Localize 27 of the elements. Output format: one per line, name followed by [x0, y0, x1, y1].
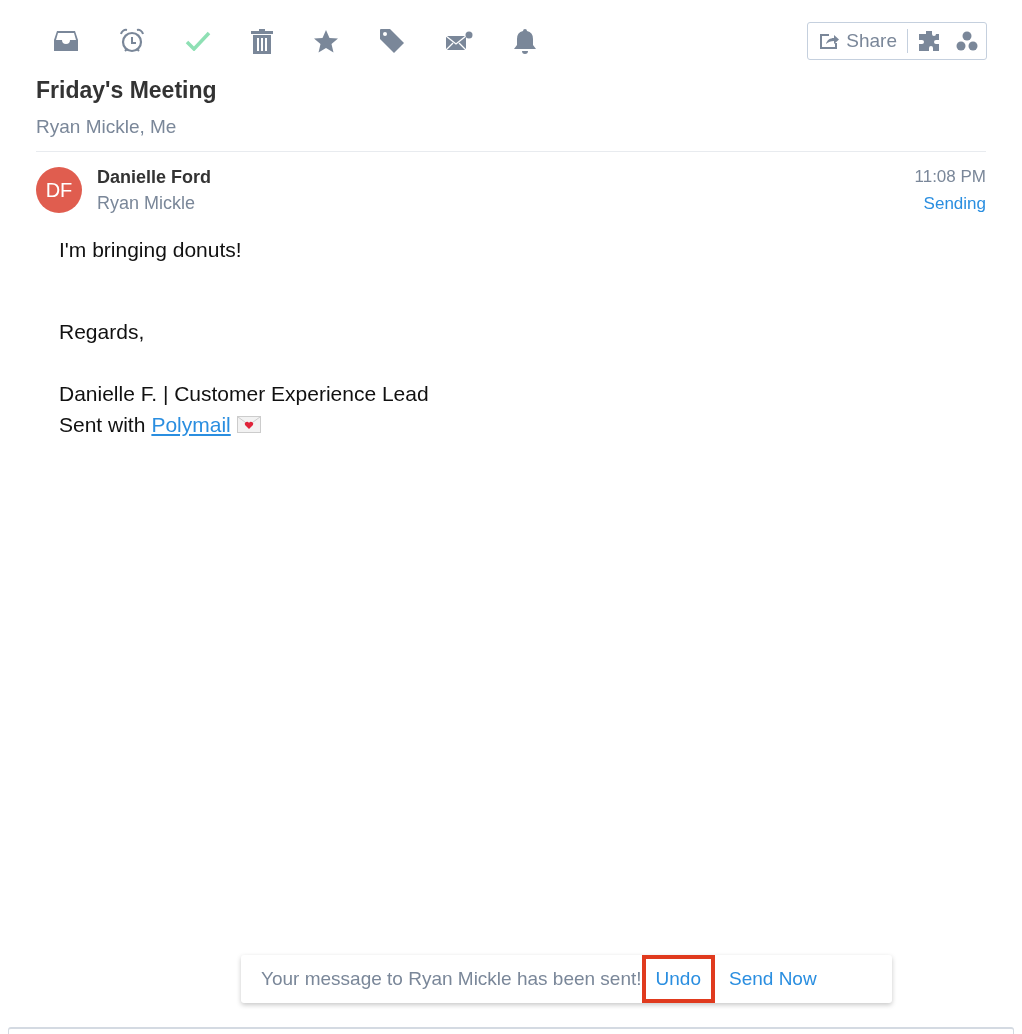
sender-name: Danielle Ford [97, 167, 213, 188]
alarm-clock-icon[interactable] [119, 28, 145, 54]
recipient-name: Ryan Mickle [97, 193, 197, 214]
star-icon[interactable] [313, 28, 339, 54]
undo-button[interactable]: Undo [641, 955, 715, 1003]
dots-icon[interactable] [956, 31, 978, 51]
trash-icon[interactable] [251, 28, 273, 54]
participants: Ryan Mickle, Me [36, 116, 986, 152]
body-text: I'm bringing donuts! [59, 237, 243, 263]
envelope-icon[interactable] [445, 31, 473, 51]
send-now-button[interactable]: Send Now [715, 955, 831, 1003]
thread-title: Friday's Meeting [36, 77, 218, 104]
body-text: Regards, [59, 319, 146, 345]
toast-message: Your message to Ryan Mickle has been sent! [261, 968, 642, 990]
bell-icon[interactable] [513, 28, 537, 54]
body-text: Danielle F. | Customer Experience Lead [59, 381, 430, 407]
puzzle-icon[interactable] [918, 30, 940, 52]
message-time: 11:08 PM [914, 167, 986, 187]
avatar: DF [36, 167, 82, 213]
share-icon[interactable] [820, 33, 841, 49]
send-status: Sending [922, 194, 986, 214]
signature-text: Sent with [59, 412, 146, 438]
share-button[interactable]: Share [816, 29, 908, 53]
tag-icon[interactable] [379, 28, 405, 54]
polymail-link[interactable]: Polymail [151, 409, 231, 440]
checkmark-icon[interactable] [185, 31, 211, 51]
inbox-icon[interactable] [53, 30, 79, 52]
